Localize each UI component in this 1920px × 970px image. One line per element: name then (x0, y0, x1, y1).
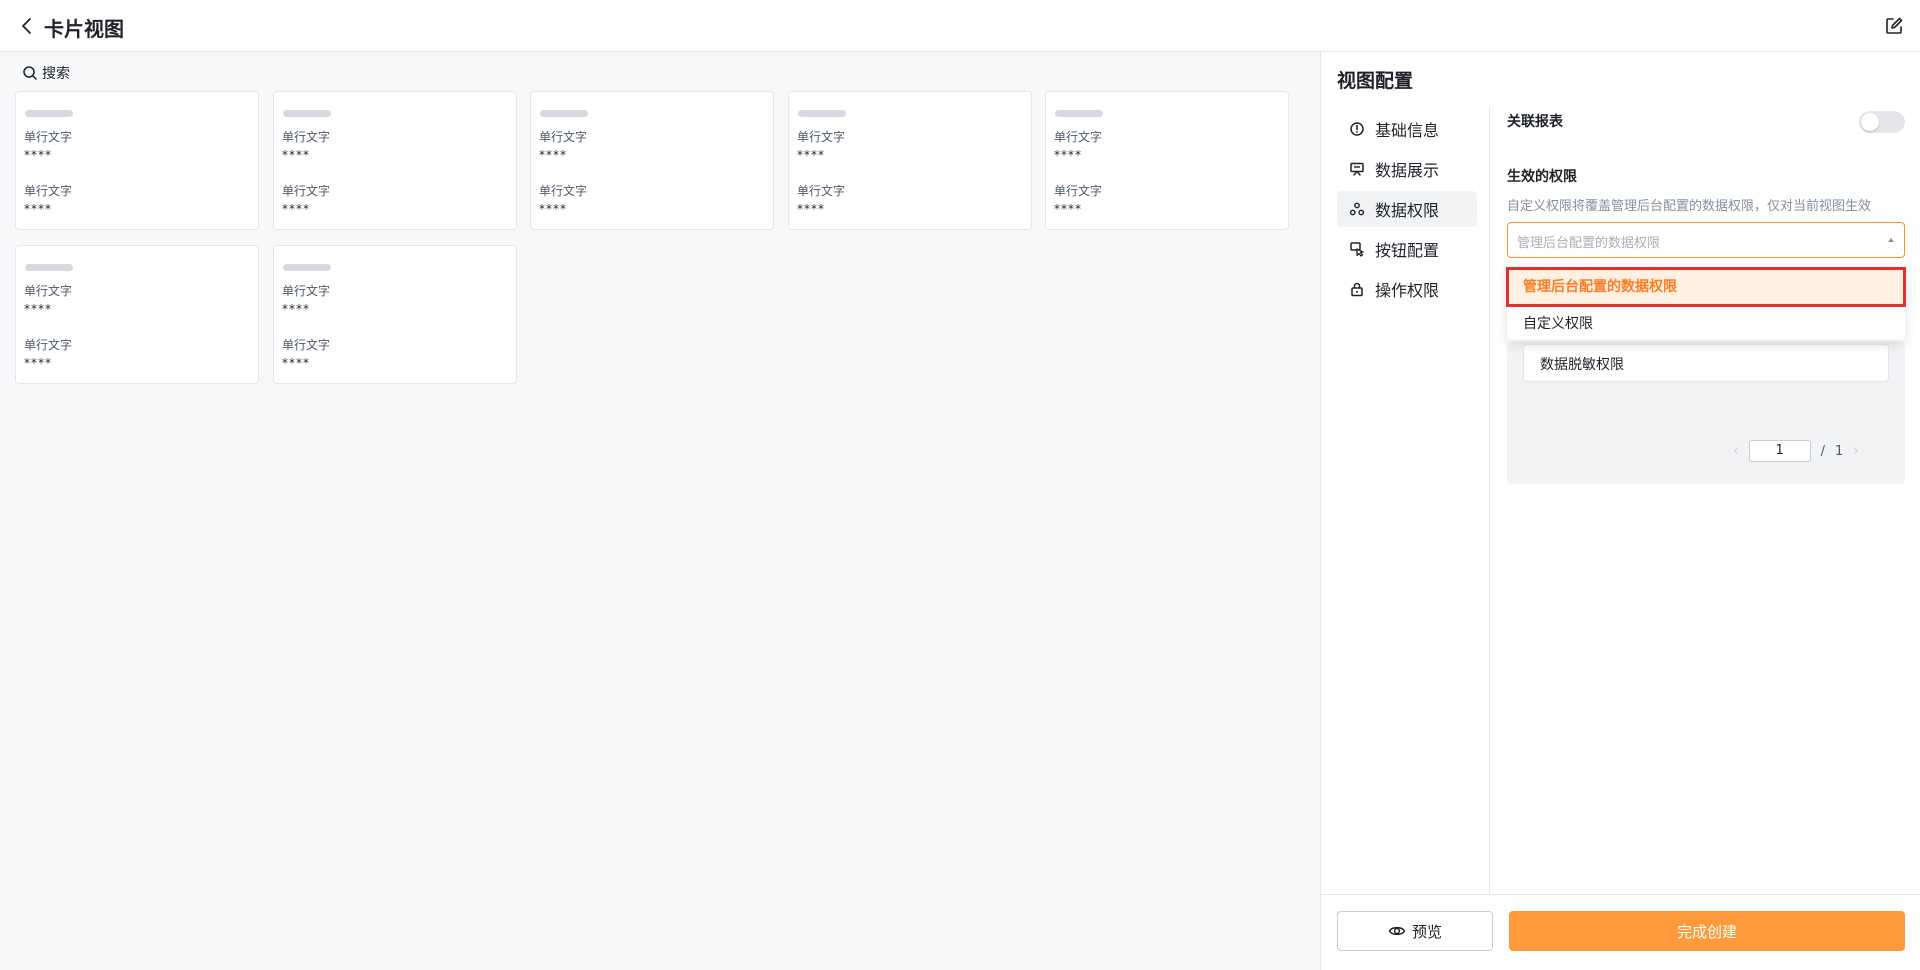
card-title-placeholder (25, 264, 73, 271)
prev-page-icon[interactable]: ‹ (1733, 443, 1739, 459)
card-title-placeholder (283, 264, 331, 271)
caret-up-icon (1888, 238, 1894, 242)
card-field-value: **** (1054, 202, 1082, 216)
page-title: 卡片视图 (44, 17, 124, 41)
page-input[interactable]: 1 (1748, 440, 1811, 462)
card-field-value: **** (539, 202, 567, 216)
info-icon (1350, 122, 1364, 136)
card-field-value: **** (24, 302, 52, 316)
pagination: ‹ 1 / 1 › (1733, 440, 1859, 462)
nav-item-operation-permission[interactable]: 操作权限 (1337, 271, 1477, 307)
card-field-label: 单行文字 (282, 130, 331, 144)
card-field-value: **** (24, 356, 52, 370)
search-button[interactable]: 搜索 (22, 63, 70, 83)
effective-permission-label: 生效的权限 (1507, 169, 1577, 185)
preview-button[interactable]: 预览 (1337, 911, 1493, 951)
card-field-value: **** (797, 148, 825, 162)
view-config-panel: 视图配置 基础信息 数据展示 数据权限 按钮配置 操作权限 关联报表 生效的权限… (1320, 52, 1920, 970)
nav-item-basic-info[interactable]: 基础信息 (1337, 111, 1477, 147)
nav-item-label: 操作权限 (1375, 281, 1440, 300)
lock-icon (1351, 282, 1363, 297)
toggle-knob (1861, 113, 1879, 131)
card-title-placeholder (283, 110, 331, 117)
search-icon (23, 66, 37, 80)
card-field-value: **** (1054, 148, 1082, 162)
card[interactable]: 单行文字 **** 单行文字 **** (1045, 91, 1289, 230)
effective-permission-description: 自定义权限将覆盖管理后台配置的数据权限，仅对当前视图生效 (1507, 199, 1872, 214)
dropdown-option-custom-permission[interactable]: 自定义权限 (1507, 306, 1905, 342)
nav-item-data-permission[interactable]: 数据权限 (1337, 191, 1477, 227)
card-field-label: 单行文字 (282, 184, 331, 198)
card-field-value: **** (282, 302, 310, 316)
card-field-label: 单行文字 (24, 338, 73, 352)
card-field-label: 单行文字 (24, 284, 73, 298)
card[interactable]: 单行文字 **** 单行文字 **** (15, 91, 259, 230)
card-field-value: **** (797, 202, 825, 216)
nav-item-data-display[interactable]: 数据展示 (1337, 151, 1477, 187)
card-title-placeholder (540, 110, 588, 117)
config-nav: 基础信息 数据展示 数据权限 按钮配置 操作权限 (1337, 111, 1477, 311)
dropdown-option-backend-permission[interactable]: 管理后台配置的数据权限 (1506, 267, 1906, 307)
panel-title: 视图配置 (1337, 70, 1414, 92)
page-separator: / (1820, 443, 1825, 459)
nav-item-label: 数据展示 (1375, 161, 1440, 180)
preview-label: 预览 (1411, 922, 1442, 941)
nav-divider (1489, 107, 1490, 927)
panel-footer: 预览 完成创建 (1321, 894, 1920, 970)
card-field-value: **** (282, 202, 310, 216)
nav-item-label: 基础信息 (1375, 121, 1440, 140)
card-field-label: 单行文字 (24, 130, 73, 144)
top-bar: 卡片视图 (0, 0, 1920, 52)
related-report-toggle[interactable] (1859, 111, 1905, 133)
card-title-placeholder (25, 110, 73, 117)
complete-create-button[interactable]: 完成创建 (1509, 911, 1905, 951)
card-field-label: 单行文字 (24, 184, 73, 198)
card[interactable]: 单行文字 **** 单行文字 **** (273, 91, 517, 230)
card-field-value: **** (282, 148, 310, 162)
card[interactable]: 单行文字 **** 单行文字 **** (788, 91, 1032, 230)
nav-item-label: 数据权限 (1375, 201, 1440, 220)
permission-select[interactable]: 管理后台配置的数据权限 (1507, 222, 1905, 258)
nav-item-button-config[interactable]: 按钮配置 (1337, 231, 1477, 267)
data-permission-icon (1349, 202, 1365, 216)
page-total: 1 (1835, 443, 1844, 459)
card-field-label: 单行文字 (539, 130, 588, 144)
eye-icon (1388, 926, 1406, 936)
card-field-label: 单行文字 (282, 284, 331, 298)
card-title-placeholder (1055, 110, 1103, 117)
card[interactable]: 单行文字 **** 单行文字 **** (530, 91, 774, 230)
nav-item-label: 按钮配置 (1375, 241, 1440, 260)
mask-permission-item[interactable]: 数据脱敏权限 (1523, 344, 1889, 382)
related-report-label: 关联报表 (1507, 114, 1563, 130)
card-field-label: 单行文字 (539, 184, 588, 198)
card[interactable]: 单行文字 **** 单行文字 **** (273, 245, 517, 384)
card-field-label: 单行文字 (797, 184, 846, 198)
card-field-label: 单行文字 (1054, 184, 1103, 198)
back-arrow-icon[interactable] (18, 16, 36, 36)
edit-icon[interactable] (1884, 16, 1904, 36)
card-field-value: **** (24, 148, 52, 162)
next-page-icon[interactable]: › (1853, 443, 1859, 459)
display-icon (1350, 162, 1364, 176)
card-field-value: **** (282, 356, 310, 370)
card-field-value: **** (539, 148, 567, 162)
permission-dropdown: 管理后台配置的数据权限 自定义权限 (1506, 264, 1906, 342)
search-label: 搜索 (42, 66, 70, 82)
card-title-placeholder (798, 110, 846, 117)
button-config-icon (1350, 242, 1364, 257)
card-field-label: 单行文字 (797, 130, 846, 144)
card[interactable]: 单行文字 **** 单行文字 **** (15, 245, 259, 384)
card-field-value: **** (24, 202, 52, 216)
card-field-label: 单行文字 (282, 338, 331, 352)
card-canvas: 搜索 单行文字 **** 单行文字 **** 单行文字 **** 单行文字 **… (0, 52, 1320, 970)
card-field-label: 单行文字 (1054, 130, 1103, 144)
select-placeholder: 管理后台配置的数据权限 (1517, 236, 1661, 251)
